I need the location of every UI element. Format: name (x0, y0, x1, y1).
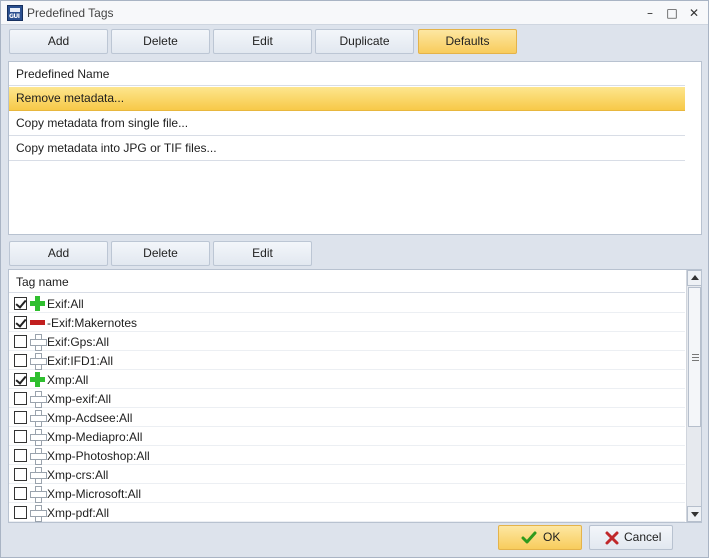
plus-outline-icon (30, 448, 47, 465)
tag-name: Xmp-crs:All (47, 468, 109, 482)
scroll-down-arrow-icon[interactable] (687, 506, 701, 522)
tag-list-scrollbar[interactable] (686, 270, 701, 522)
predefined-row[interactable]: Copy metadata into JPG or TIF files... (9, 137, 685, 161)
duplicate-predefined-button[interactable]: Duplicate (315, 29, 414, 54)
tag-row[interactable]: -Exif:Makernotes (9, 313, 685, 332)
tag-name: Xmp-Photoshop:All (47, 449, 150, 463)
predefined-tags-window: Predefined Tags – □ ✕ Add Delete Edit Du… (0, 0, 709, 558)
tag-checkbox[interactable] (14, 392, 27, 405)
tag-row[interactable]: Xmp-Mediapro:All (9, 427, 685, 446)
plus-outline-icon (30, 467, 47, 484)
plus-outline-icon (30, 353, 47, 370)
tag-name: Exif:IFD1:All (47, 354, 114, 368)
cancel-button[interactable]: Cancel (589, 525, 673, 550)
tag-name: Xmp-Microsoft:All (47, 487, 142, 501)
tag-checkbox[interactable] (14, 316, 27, 329)
tag-row[interactable]: Exif:IFD1:All (9, 351, 685, 370)
add-tag-button[interactable]: Add (9, 241, 108, 266)
delete-tag-button[interactable]: Delete (111, 241, 210, 266)
delete-predefined-button[interactable]: Delete (111, 29, 210, 54)
tag-checkbox[interactable] (14, 354, 27, 367)
tag-row[interactable]: Exif:All (9, 294, 685, 313)
tag-list: Tag name Exif:All -Exif:Makernotes Exif:Gp… (8, 269, 702, 523)
edit-tag-button[interactable]: Edit (213, 241, 312, 266)
tag-name: Xmp-exif:All (47, 392, 112, 406)
close-button[interactable]: ✕ (685, 4, 703, 22)
tag-row[interactable]: Xmp:All (9, 370, 685, 389)
ok-button[interactable]: OK (498, 525, 582, 550)
tag-name: Exif:All (47, 297, 84, 311)
edit-predefined-button[interactable]: Edit (213, 29, 312, 54)
tag-name: Xmp:All (47, 373, 89, 387)
tag-checkbox[interactable] (14, 449, 27, 462)
plus-outline-icon (30, 391, 47, 408)
predefined-list: Predefined Name Remove metadata... Copy … (8, 61, 702, 235)
plus-green-icon (30, 296, 45, 311)
predefined-toolbar: Add Delete Edit Duplicate Defaults (1, 27, 708, 57)
predefined-row[interactable]: Remove metadata... (9, 87, 685, 111)
tag-row[interactable]: Xmp-Microsoft:All (9, 484, 685, 503)
plus-outline-icon (30, 410, 47, 427)
cancel-label: Cancel (624, 530, 662, 544)
tag-name: -Exif:Makernotes (47, 316, 138, 330)
app-gui-icon (7, 5, 23, 21)
plus-outline-icon (30, 334, 47, 351)
plus-outline-icon (30, 486, 47, 503)
window-title: Predefined Tags (27, 6, 114, 20)
grip-icon (692, 354, 699, 361)
title-bar: Predefined Tags – □ ✕ (1, 1, 708, 25)
checkmark-icon (521, 531, 537, 544)
minimize-button[interactable]: – (641, 4, 659, 22)
tag-checkbox[interactable] (14, 297, 27, 310)
plus-outline-icon (30, 429, 47, 446)
tag-row[interactable]: Xmp-exif:All (9, 389, 685, 408)
tag-row[interactable]: Xmp-pdf:All (9, 503, 685, 522)
scroll-up-arrow-icon[interactable] (687, 270, 701, 286)
tag-name: Exif:Gps:All (47, 335, 110, 349)
tag-name-header: Tag name (9, 270, 685, 293)
tag-row[interactable]: Xmp-Acdsee:All (9, 408, 685, 427)
tag-name: Xmp-Acdsee:All (47, 411, 133, 425)
plus-outline-icon (30, 505, 47, 522)
minus-red-icon (30, 315, 45, 330)
tag-checkbox[interactable] (14, 430, 27, 443)
tag-name: Xmp-Mediapro:All (47, 430, 143, 444)
tag-checkbox[interactable] (14, 468, 27, 481)
tag-name: Xmp-pdf:All (47, 506, 110, 520)
tag-row[interactable]: Xmp-Photoshop:All (9, 446, 685, 465)
tags-toolbar: Add Delete Edit (1, 239, 708, 269)
tag-checkbox[interactable] (14, 487, 27, 500)
ok-label: OK (543, 530, 561, 544)
cancel-x-icon (605, 531, 619, 545)
plus-green-icon (30, 372, 45, 387)
tag-row[interactable]: Xmp-crs:All (9, 465, 685, 484)
predefined-name-header: Predefined Name (9, 62, 685, 86)
add-predefined-button[interactable]: Add (9, 29, 108, 54)
tag-row[interactable]: Exif:Gps:All (9, 332, 685, 351)
tag-checkbox[interactable] (14, 411, 27, 424)
maximize-button[interactable]: □ (663, 4, 681, 22)
scroll-thumb[interactable] (688, 287, 701, 427)
predefined-row[interactable]: Copy metadata from single file... (9, 112, 685, 136)
tag-checkbox[interactable] (14, 506, 27, 519)
tag-checkbox[interactable] (14, 373, 27, 386)
defaults-button[interactable]: Defaults (418, 29, 517, 54)
tag-checkbox[interactable] (14, 335, 27, 348)
